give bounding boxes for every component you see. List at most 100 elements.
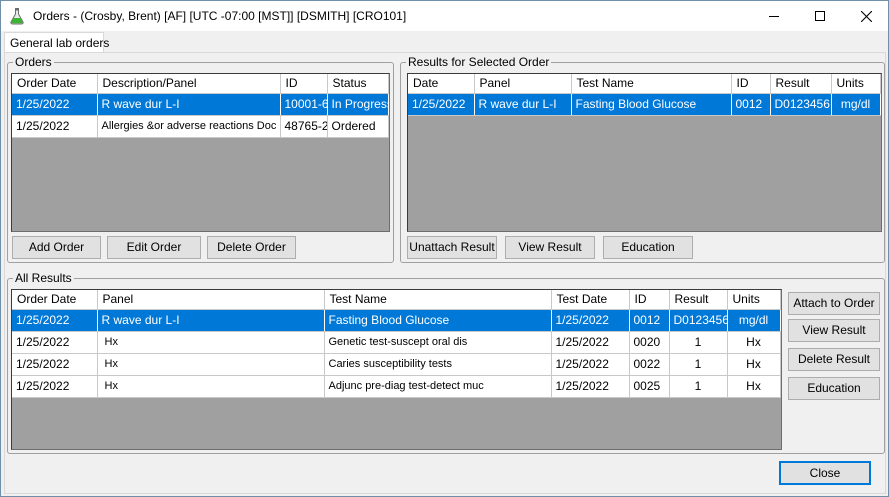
attach-to-order-button[interactable]: Attach to Order [788, 292, 880, 315]
column-header[interactable]: Panel [97, 290, 325, 310]
result-value-cell: 1 [669, 375, 728, 398]
edit-order-button[interactable]: Edit Order [107, 236, 201, 259]
column-header[interactable]: Panel [474, 74, 572, 94]
tab-general-lab-orders[interactable]: General lab orders [4, 32, 109, 53]
table-row[interactable]: 1/25/2022 Allergies &or adverse reaction… [12, 115, 389, 138]
orders-grid[interactable]: Order Date Description/Panel ID Status 1… [11, 73, 390, 232]
result-id-cell: 0012 [731, 93, 771, 116]
result-units-cell: Hx [727, 353, 781, 376]
table-row[interactable]: 1/25/2022 R wave dur L-I Fasting Blood G… [12, 309, 781, 332]
minimize-icon [769, 16, 779, 17]
result-panel-cell: R wave dur L-I [97, 309, 325, 332]
all-results-header-row: Order Date Panel Test Name Test Date ID … [12, 290, 781, 310]
column-header[interactable]: Test Date [551, 290, 630, 310]
result-panel-cell: Hx [97, 375, 325, 398]
result-id-cell: 0022 [629, 353, 670, 376]
selected-results-group-label: Results for Selected Order [406, 55, 552, 69]
column-header[interactable]: Result [770, 74, 832, 94]
table-row[interactable]: 1/25/2022 R wave dur L-I Fasting Blood G… [408, 93, 881, 116]
table-row[interactable]: 1/25/2022 Hx Adjunc pre-diag test-detect… [12, 375, 781, 398]
order-description-cell: Allergies &or adverse reactions Doc [97, 115, 281, 138]
column-header[interactable]: Result [669, 290, 728, 310]
order-status-cell: In Progress [327, 93, 389, 116]
maximize-button[interactable] [797, 1, 843, 31]
selected-results-header-row: Date Panel Test Name ID Result Units [408, 74, 881, 94]
column-header[interactable]: Units [831, 74, 881, 94]
column-header[interactable]: ID [280, 74, 328, 94]
all-results-group: All Results Order Date Panel Test Name T… [7, 271, 885, 454]
selected-results-group: Results for Selected Order Date Panel Te… [400, 55, 885, 263]
result-panel-cell: Hx [97, 331, 325, 354]
flask-icon [9, 7, 25, 25]
table-row[interactable]: 1/25/2022 Hx Genetic test-suscept oral d… [12, 331, 781, 354]
order-status-cell: Ordered [327, 115, 389, 138]
result-panel-cell: Hx [97, 353, 325, 376]
education-button[interactable]: Education [788, 377, 880, 400]
result-panel-cell: R wave dur L-I [474, 93, 572, 116]
all-results-group-label: All Results [13, 271, 74, 285]
table-row[interactable]: 1/25/2022 R wave dur L-I 10001-6 In Prog… [12, 93, 389, 116]
result-id-cell: 0012 [629, 309, 670, 332]
add-order-button[interactable]: Add Order [12, 236, 101, 259]
column-header[interactable]: Order Date [12, 290, 98, 310]
result-date-cell: 1/25/2022 [408, 93, 475, 116]
close-icon [860, 10, 872, 22]
result-test-date-cell: 1/25/2022 [551, 375, 630, 398]
result-date-cell: 1/25/2022 [12, 353, 98, 376]
orders-window: Orders - (Crosby, Brent) [AF] [UTC -07:0… [0, 0, 889, 497]
result-test-name-cell: Caries susceptibility tests [324, 353, 552, 376]
education-button[interactable]: Education [603, 236, 693, 259]
close-window-button[interactable] [843, 1, 889, 31]
result-test-date-cell: 1/25/2022 [551, 331, 630, 354]
result-units-cell: Hx [727, 331, 781, 354]
result-value-cell: D0123456 [669, 309, 728, 332]
all-results-grid[interactable]: Order Date Panel Test Name Test Date ID … [11, 289, 782, 450]
order-date-cell: 1/25/2022 [12, 115, 98, 138]
column-header[interactable]: ID [629, 290, 670, 310]
table-row[interactable]: 1/25/2022 Hx Caries susceptibility tests… [12, 353, 781, 376]
selected-results-grid[interactable]: Date Panel Test Name ID Result Units 1/2… [407, 73, 882, 232]
result-test-name-cell: Fasting Blood Glucose [324, 309, 552, 332]
result-units-cell: Hx [727, 375, 781, 398]
result-id-cell: 0020 [629, 331, 670, 354]
result-test-date-cell: 1/25/2022 [551, 353, 630, 376]
result-units-cell: mg/dl [831, 93, 881, 116]
column-header[interactable]: Test Name [571, 74, 732, 94]
result-test-name-cell: Fasting Blood Glucose [571, 93, 732, 116]
view-result-button[interactable]: View Result [788, 319, 880, 342]
result-test-name-cell: Genetic test-suscept oral dis [324, 331, 552, 354]
result-test-name-cell: Adjunc pre-diag test-detect muc [324, 375, 552, 398]
window-title: Orders - (Crosby, Brent) [AF] [UTC -07:0… [33, 9, 407, 23]
result-date-cell: 1/25/2022 [12, 375, 98, 398]
orders-header-row: Order Date Description/Panel ID Status [12, 74, 389, 94]
order-id-cell: 48765-2 [280, 115, 328, 138]
result-value-cell: 1 [669, 353, 728, 376]
close-button[interactable]: Close [779, 461, 871, 485]
result-value-cell: 1 [669, 331, 728, 354]
delete-order-button[interactable]: Delete Order [207, 236, 296, 259]
minimize-button[interactable] [751, 1, 797, 31]
result-date-cell: 1/25/2022 [12, 309, 98, 332]
view-result-button[interactable]: View Result [505, 236, 595, 259]
unattach-result-button[interactable]: Unattach Result [407, 236, 497, 259]
column-header[interactable]: Test Name [324, 290, 552, 310]
orders-group-label: Orders [13, 55, 54, 69]
result-value-cell: D0123456 [770, 93, 832, 116]
column-header[interactable]: Date [408, 74, 475, 94]
column-header[interactable]: ID [731, 74, 771, 94]
column-header[interactable]: Units [727, 290, 781, 310]
title-bar[interactable]: Orders - (Crosby, Brent) [AF] [UTC -07:0… [1, 1, 888, 31]
order-date-cell: 1/25/2022 [12, 93, 98, 116]
order-description-cell: R wave dur L-I [97, 93, 281, 116]
column-header[interactable]: Description/Panel [97, 74, 281, 94]
result-date-cell: 1/25/2022 [12, 331, 98, 354]
result-test-date-cell: 1/25/2022 [551, 309, 630, 332]
result-units-cell: mg/dl [727, 309, 781, 332]
orders-group: Orders Order Date Description/Panel ID S… [7, 55, 394, 263]
result-id-cell: 0025 [629, 375, 670, 398]
delete-result-button[interactable]: Delete Result [788, 348, 880, 371]
column-header[interactable]: Status [327, 74, 389, 94]
column-header[interactable]: Order Date [12, 74, 98, 94]
order-id-cell: 10001-6 [280, 93, 328, 116]
maximize-icon [815, 11, 825, 21]
